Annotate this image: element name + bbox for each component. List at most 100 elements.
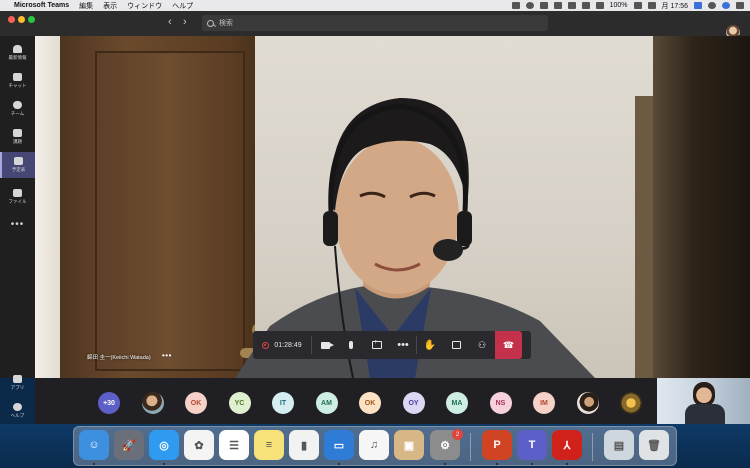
search-icon: [207, 19, 214, 27]
apps-icon: [13, 375, 22, 383]
trash-icon[interactable]: 🗑: [639, 430, 669, 460]
downloads-folder-icon[interactable]: ▤: [604, 430, 634, 460]
camera-button[interactable]: [312, 331, 338, 359]
menu-window[interactable]: ウィンドウ: [127, 1, 162, 11]
app-menu-name[interactable]: Microsoft Teams: [14, 2, 69, 9]
call-controls: 01:28:49 ••• ✋ ⚇ ☎: [253, 331, 531, 359]
running-indicator: [93, 463, 95, 465]
more-actions-button[interactable]: •••: [390, 331, 416, 359]
safari-icon[interactable]: ◎: [149, 430, 179, 460]
participant-avatar[interactable]: YC: [228, 392, 251, 414]
acrobat-icon[interactable]: ⅄: [552, 430, 582, 460]
running-indicator: [163, 463, 165, 465]
airplay-icon[interactable]: [553, 2, 562, 9]
volume-icon[interactable]: [595, 2, 604, 9]
participant-avatar[interactable]: IM: [533, 392, 555, 414]
rail-item-files[interactable]: ファイル: [0, 184, 35, 210]
bluetooth-icon[interactable]: [567, 2, 576, 9]
participant-avatar[interactable]: +30: [98, 392, 120, 414]
participant-avatar[interactable]: NS: [489, 392, 512, 414]
running-indicator: [338, 463, 340, 465]
more-icon: •••: [397, 339, 409, 351]
notification-center-icon[interactable]: [736, 2, 744, 9]
participant-strip: +30 OK YC IT AM OK OY MA NS IM: [35, 378, 657, 424]
teams-icon: [13, 101, 22, 109]
participant-avatar-photo[interactable]: [141, 392, 164, 414]
finder-icon[interactable]: ☺: [79, 430, 109, 460]
minimize-window-button[interactable]: [18, 16, 25, 23]
teams-icon[interactable]: T: [517, 430, 547, 460]
back-icon[interactable]: ‹: [168, 16, 172, 28]
notification-badge: 2: [452, 429, 463, 440]
rail-item-teams[interactable]: チーム: [0, 96, 35, 122]
menu-view[interactable]: 表示: [103, 1, 117, 11]
rail-item-help[interactable]: ヘルプ: [0, 398, 35, 424]
rail-label-chat: チャット: [8, 83, 27, 88]
camera-icon: [320, 341, 334, 349]
menu-edit[interactable]: 編集: [79, 1, 93, 11]
running-indicator: [566, 463, 568, 465]
self-view-body: [685, 404, 725, 424]
participant-avatar-photo[interactable]: [620, 392, 642, 414]
numbers-icon[interactable]: ▮: [289, 430, 319, 460]
rail-item-apps[interactable]: アプリ: [0, 370, 35, 396]
zoom-window-button[interactable]: [28, 16, 35, 23]
search-input[interactable]: 検索: [202, 15, 548, 31]
reminders-icon[interactable]: ☰: [219, 430, 249, 460]
rail-label-help: ヘルプ: [10, 413, 25, 418]
files-icon: [13, 189, 22, 197]
self-view-head: [693, 382, 715, 406]
photos-icon[interactable]: ✿: [184, 430, 214, 460]
raise-hand-button[interactable]: ✋: [417, 331, 443, 359]
flag-icon[interactable]: [647, 2, 656, 9]
notes-icon[interactable]: ≡: [254, 430, 284, 460]
rail-item-assignments[interactable]: 課題: [0, 124, 35, 150]
running-indicator: [496, 463, 498, 465]
microphone-icon: [349, 341, 353, 349]
more-apps-button[interactable]: •••: [0, 219, 35, 230]
speaker-video[interactable]: 綿田 圭一(Keiichi Watada) •••: [35, 36, 750, 378]
shield-icon[interactable]: [539, 2, 548, 9]
menu-help[interactable]: ヘルプ: [172, 1, 193, 11]
clock[interactable]: 月 17:56: [662, 1, 688, 11]
rail-label-assignments: 課題: [13, 139, 22, 144]
spotlight-icon[interactable]: [708, 2, 716, 9]
close-window-button[interactable]: [8, 16, 15, 23]
forward-icon[interactable]: ›: [183, 16, 187, 28]
launchpad-icon[interactable]: 🚀: [114, 430, 144, 460]
rail-item-calendar[interactable]: 予定表: [0, 152, 35, 178]
status-icon[interactable]: [525, 2, 534, 9]
rail-item-chat[interactable]: チャット: [0, 68, 35, 94]
chat-icon: [13, 73, 22, 81]
participant-avatar[interactable]: OK: [359, 392, 381, 414]
music-icon[interactable]: ♫: [359, 430, 389, 460]
participant-avatar-photo[interactable]: [576, 392, 599, 414]
powerpoint-icon[interactable]: P: [482, 430, 512, 460]
bell-icon: [13, 45, 22, 53]
mac-dock: ☺ 🚀 ◎ ✿ ☰ ≡ ▮ ▭ ♫ ▣ ⚙ 2 P T ⅄ ▤ 🗑: [73, 426, 677, 466]
battery-icon[interactable]: [633, 2, 642, 9]
mac-menu-bar: Microsoft Teams 編集 表示 ウィンドウ ヘルプ 100% 月 1…: [0, 0, 750, 11]
speaker-more-button[interactable]: •••: [162, 351, 172, 360]
hang-up-button[interactable]: ☎: [495, 331, 522, 359]
input-method-icon[interactable]: [694, 2, 702, 9]
share-screen-button[interactable]: [364, 331, 390, 359]
participant-avatar[interactable]: AM: [315, 392, 338, 414]
siri-icon[interactable]: [722, 2, 730, 9]
participant-avatar[interactable]: IT: [272, 392, 294, 414]
participants-button[interactable]: ⚇: [469, 331, 495, 359]
wifi-icon[interactable]: [581, 2, 590, 9]
mic-button[interactable]: [338, 331, 364, 359]
participant-avatar[interactable]: OY: [402, 392, 425, 414]
running-indicator: [531, 463, 533, 465]
rail-label-apps: アプリ: [10, 385, 25, 390]
participant-avatar[interactable]: OK: [185, 392, 207, 414]
self-view-video[interactable]: [657, 378, 750, 424]
keynote-icon[interactable]: ▭: [324, 430, 354, 460]
participant-avatar[interactable]: MA: [446, 392, 468, 414]
speaker-figure: [235, 98, 595, 378]
dropbox-icon[interactable]: [511, 2, 520, 9]
rail-item-activity[interactable]: 最新情報: [0, 40, 35, 66]
chat-button[interactable]: [443, 331, 469, 359]
preview-icon[interactable]: ▣: [394, 430, 424, 460]
